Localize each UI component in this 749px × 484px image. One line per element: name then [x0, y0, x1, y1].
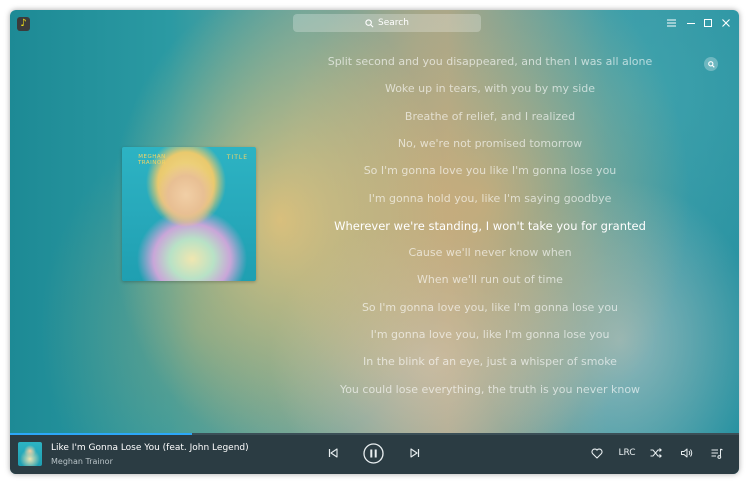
lyric-search-button[interactable] [704, 57, 718, 71]
blurred-album-background [10, 10, 739, 474]
maximize-icon [704, 19, 712, 27]
minimize-button[interactable] [685, 17, 697, 29]
lyric-line[interactable]: No, we're not promised tomorrow [290, 137, 690, 150]
search-input[interactable]: Search [293, 14, 481, 32]
lyric-line[interactable]: In the blink of an eye, just a whisper o… [290, 355, 690, 368]
lyric-line[interactable]: Cause we'll never know when [290, 246, 690, 259]
pause-button[interactable] [363, 443, 384, 464]
title-bar: ♪ Search [10, 10, 739, 37]
app-logo-icon: ♪ [17, 17, 30, 31]
shuffle-button[interactable] [649, 446, 663, 460]
volume-button[interactable] [680, 446, 694, 460]
heart-icon [591, 448, 603, 459]
lyric-line[interactable]: I'm gonna love you, like I'm gonna lose … [290, 328, 690, 341]
pause-icon [363, 443, 384, 464]
lyric-line[interactable]: Breathe of relief, and I realized [290, 110, 690, 123]
shuffle-icon [650, 448, 662, 458]
lyric-line[interactable]: I'm gonna hold you, like I'm saying good… [290, 192, 690, 205]
progress-bar[interactable] [10, 433, 739, 435]
lyric-line-current[interactable]: Wherever we're standing, I won't take yo… [290, 219, 690, 233]
now-playing-cover[interactable] [18, 442, 42, 466]
search-icon [365, 18, 374, 27]
album-title-text: TITLE [226, 154, 248, 161]
player-bar: Like I'm Gonna Lose You (feat. John Lege… [10, 433, 739, 474]
playlist-button[interactable] [710, 446, 724, 460]
menu-icon [666, 19, 676, 27]
lyric-line[interactable]: You could lose everything, the truth is … [290, 383, 690, 396]
volume-icon [681, 448, 693, 458]
progress-fill [10, 433, 193, 435]
previous-icon [328, 448, 338, 458]
lyric-line[interactable]: So I'm gonna love you like I'm gonna los… [290, 164, 690, 177]
previous-button[interactable] [326, 446, 340, 460]
lyric-line[interactable]: So I'm gonna love you, like I'm gonna lo… [290, 301, 690, 314]
album-artist-text: MEGHAN TRAINOR [137, 154, 167, 166]
minimize-icon [687, 23, 695, 24]
next-button[interactable] [408, 446, 422, 460]
search-placeholder: Search [378, 18, 409, 28]
next-icon [410, 448, 420, 458]
menu-button[interactable] [665, 17, 677, 29]
lyrics-button[interactable]: LRC [616, 446, 638, 460]
playlist-icon [711, 448, 723, 459]
track-artist: Meghan Trainor [51, 457, 113, 466]
album-cover: MEGHAN TRAINOR TITLE [122, 147, 256, 281]
maximize-button[interactable] [702, 17, 714, 29]
favorite-button[interactable] [590, 446, 604, 460]
lyric-line[interactable]: Split second and you disappeared, and th… [290, 55, 690, 68]
track-title: Like I'm Gonna Lose You (feat. John Lege… [51, 443, 249, 453]
lyric-line[interactable]: Woke up in tears, with you by my side [290, 82, 690, 95]
close-button[interactable] [720, 17, 732, 29]
search-icon [707, 60, 715, 68]
lyric-line[interactable]: When we'll run out of time [290, 273, 690, 286]
music-player-window: ♪ Search MEGHAN TRAINOR TITLE Split seco… [10, 10, 739, 474]
close-icon [722, 19, 730, 27]
